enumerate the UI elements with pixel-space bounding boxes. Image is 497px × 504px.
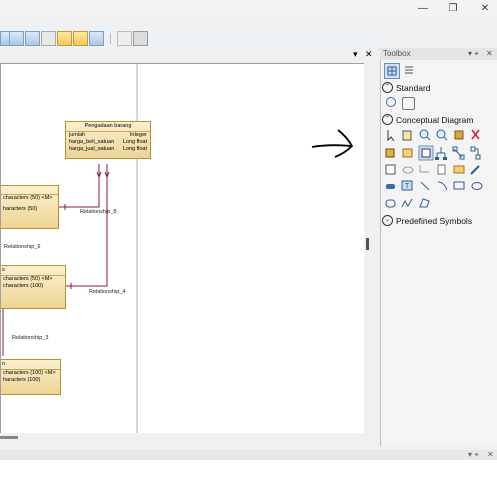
ellipse-icon [471,182,483,190]
section-predefined-symbols[interactable]: ⌄ Predefined Symbols [382,214,497,227]
attribute-name: characters (100) <M> [3,370,56,376]
close-icon[interactable]: ✕ [365,49,373,60]
diagram-header [0,48,378,62]
arrow-icon [387,130,395,142]
toolbar-button-4[interactable] [41,31,56,46]
collapse-icon: ⌃ [382,114,393,125]
print-icon[interactable] [133,31,148,46]
pin-icon[interactable]: ▾ [353,49,358,60]
close-icon[interactable]: ✕ [487,450,494,459]
zoom-out-icon [436,129,448,141]
entity-title: s [1,266,65,276]
grid-icon [387,66,397,76]
entity-2[interactable]: characters (50) <M> haracters (50) [1,185,59,229]
polygon-icon [419,198,430,208]
pin-icon[interactable]: ▾ ⌖ [468,49,479,59]
rectangle-icon [453,181,465,190]
attribute-name: harga_beli_satuan [69,139,115,145]
toolbar-button-2[interactable] [9,31,24,46]
diagram-canvas[interactable]: Pengadaan barang jumlah Integer harga_bel… [0,63,366,435]
attribute-name: harga_jual_satuan [69,146,115,152]
package-icon [385,148,395,158]
entity-3[interactable]: s characters (50) <M> characters (100) [1,265,66,309]
relationship-label[interactable]: Relationship_8 [80,209,116,215]
rectangle-rounded-icon [386,184,395,189]
conceptual-tools[interactable]: T [383,127,495,211]
properties-icon [454,130,464,140]
scroll-thumb[interactable] [0,436,18,439]
arc-icon [437,181,448,191]
collapse-icon: ⌃ [382,82,393,93]
minimize-icon[interactable]: — [413,2,433,15]
vertical-scrollbar[interactable] [364,63,376,433]
expand-icon: ⌄ [382,215,393,226]
inheritance-icon [435,147,447,160]
text-icon: T [401,180,413,191]
entity-title: Pengadaan barang [66,122,150,132]
selected-tool-icon [418,145,434,161]
toolbar-button-6[interactable] [73,31,88,46]
pin-icon[interactable]: ▾ ⌖ [468,450,479,460]
toolbox-title: Toolbox [383,49,411,58]
list-view-button[interactable] [402,63,416,77]
toolbar-separator [110,33,111,44]
list-icon [405,66,413,74]
relationship-icon [385,164,396,175]
close-icon[interactable]: ✕ [475,2,495,15]
section-standard[interactable]: ⌃ Standard [382,81,497,94]
entity-title: n [1,360,60,370]
toolbar-button-5[interactable] [57,31,72,46]
ellipse-tool-icon [402,166,414,174]
maximize-icon[interactable]: ❐ [443,2,463,15]
relationship-label[interactable]: Relationship_6 [4,244,40,250]
section-label: Conceptual Diagram [396,114,474,125]
relationship-label[interactable]: Relationship_3 [12,335,48,341]
folder-icon [453,165,465,174]
delete-icon [471,129,480,140]
svg-text:T: T [405,183,410,190]
section-label: Standard [396,82,431,93]
scroll-thumb[interactable] [366,238,369,250]
entity-pengadaan-barang[interactable]: Pengadaan barang jumlah Integer harga_bel… [65,121,151,159]
toolbar-button-7[interactable] [89,31,104,46]
toolbar-button-3[interactable] [25,31,40,46]
entity-icon [402,148,413,158]
association-icon [452,146,465,160]
attribute-name: characters (50) <M> [3,276,53,282]
toolbox-panel [380,48,497,446]
attribute-name: haracters (100) [3,377,41,383]
output-panel-header: ▾ ⌖ ✕ [0,450,497,460]
attribute-name: haracters (50) [3,206,38,212]
pencil-icon [470,165,480,175]
icon-view-button[interactable] [384,63,400,79]
polyline-icon [401,198,413,208]
close-icon[interactable]: ✕ [486,49,493,58]
relationship-label[interactable]: Relationship_4 [89,289,125,295]
entity-4[interactable]: n characters (100) <M> haracters (100) [1,359,61,395]
zoom-in-icon [419,129,431,141]
toolbox-header: Toolbox ▾ ⌖ ✕ [380,48,497,60]
attribute-name: characters (100) [3,283,44,289]
section-label: Predefined Symbols [396,215,473,226]
note-icon [437,164,446,175]
horizontal-scrollbar[interactable] [0,433,376,443]
zoom-icon[interactable] [386,97,396,107]
attribute-name: characters (50) <M> [3,195,53,201]
rounded-rect-icon [385,199,396,208]
attribute-type: Long float [122,139,147,145]
connector-icon [419,165,429,173]
link-icon [470,146,481,160]
entity-title [1,186,58,195]
section-conceptual-diagram[interactable]: ⌃ Conceptual Diagram [382,113,497,126]
line-icon [420,181,430,191]
print-preview-icon[interactable] [117,31,132,46]
attribute-type: Integer [129,132,147,138]
attribute-name: jumlah [69,132,86,138]
hand-icon [402,130,412,141]
hand-icon[interactable] [402,97,415,110]
attribute-type: Long float [122,146,147,152]
arrow-annotation [311,129,354,158]
